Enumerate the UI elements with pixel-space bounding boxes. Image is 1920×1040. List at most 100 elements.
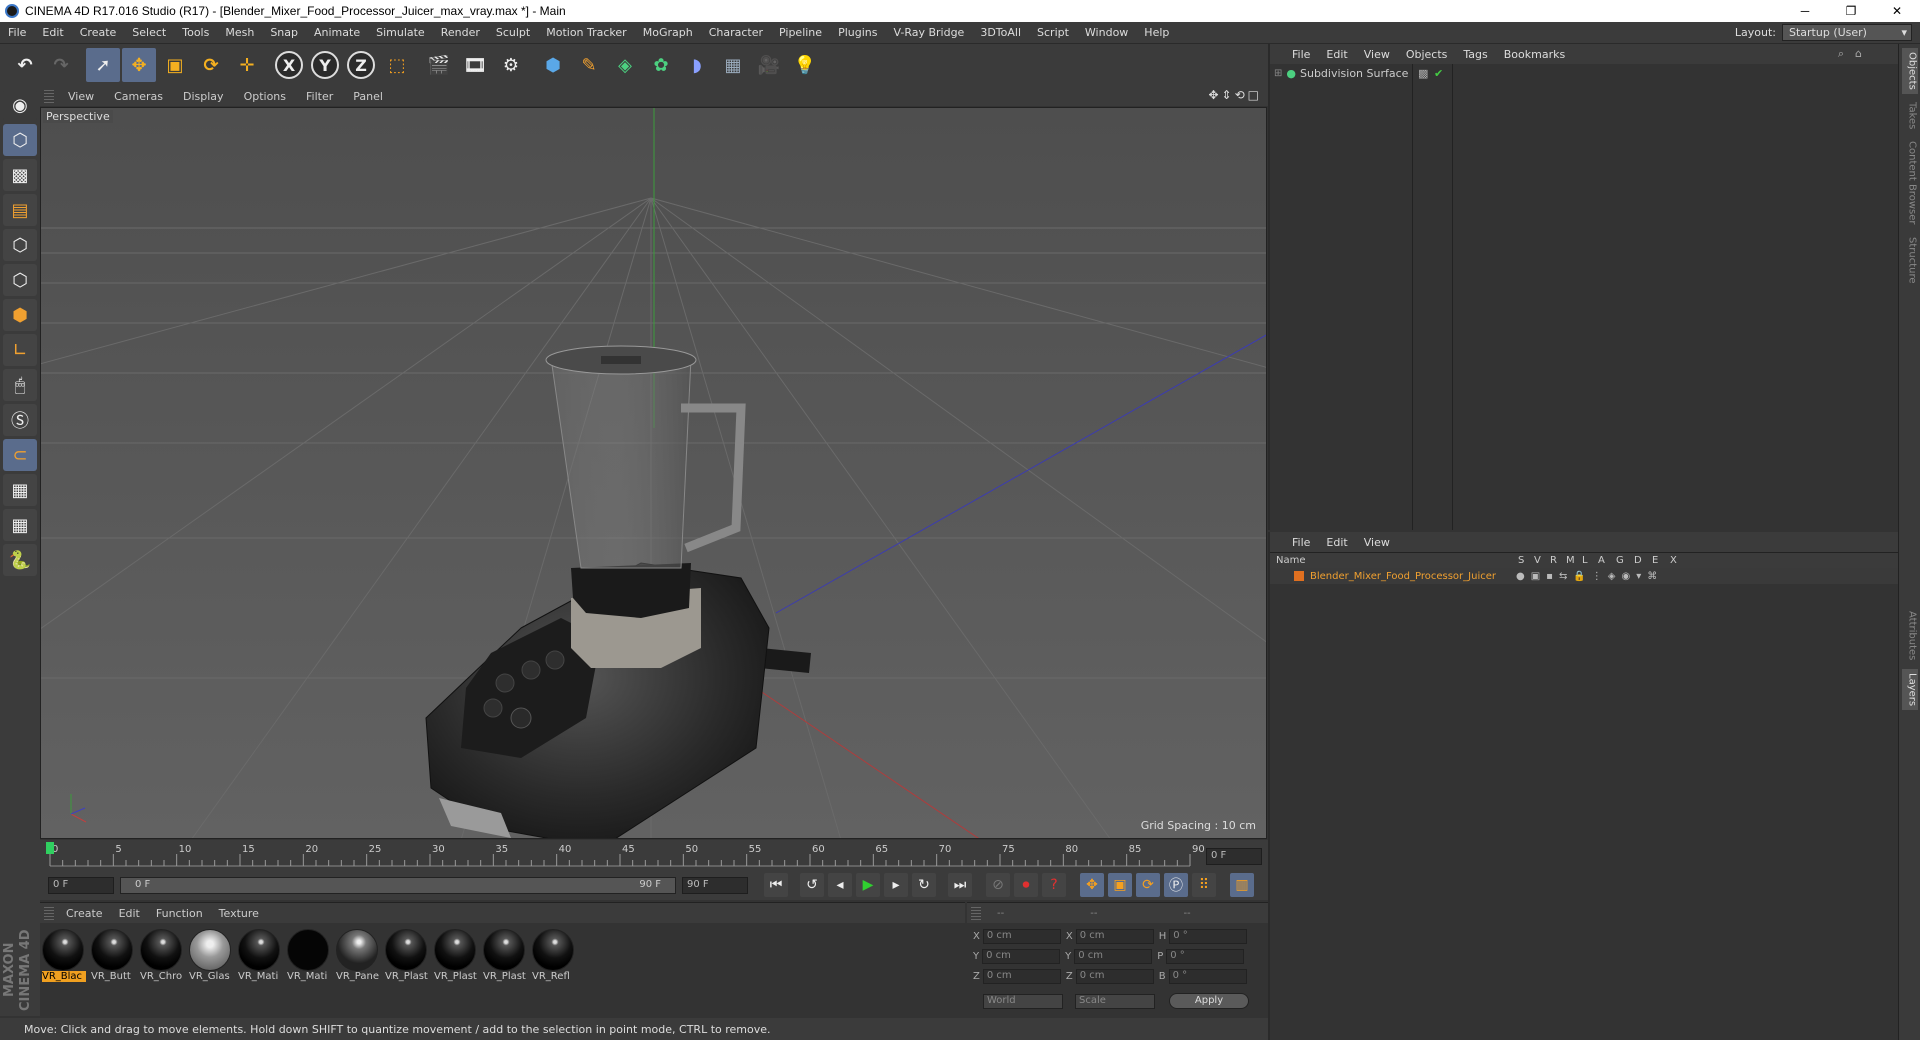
viewport-menu-panel[interactable]: Panel bbox=[343, 90, 393, 103]
tweak-mode-icon[interactable]: 🖱 bbox=[3, 369, 37, 401]
cube-primitive-icon[interactable]: ⬢ bbox=[536, 48, 570, 82]
camera-icon[interactable]: 🎥 bbox=[752, 48, 786, 82]
layers-menu-file[interactable]: File bbox=[1284, 536, 1318, 549]
apply-button[interactable]: Apply bbox=[1169, 993, 1249, 1009]
object-visibility-check[interactable]: ▩ bbox=[1418, 67, 1428, 80]
menu-snap[interactable]: Snap bbox=[262, 26, 306, 39]
menu-file[interactable]: File bbox=[0, 26, 34, 39]
size-x-field[interactable]: 0 cm bbox=[1075, 929, 1154, 944]
search-icon[interactable]: ⌕ bbox=[1838, 47, 1844, 61]
objects-menu-tags[interactable]: Tags bbox=[1455, 48, 1495, 61]
render-settings-icon[interactable]: ⚙ bbox=[494, 48, 528, 82]
viewport-menu-options[interactable]: Options bbox=[234, 90, 296, 103]
render-picture-viewer-icon[interactable]: 🎞 bbox=[458, 48, 492, 82]
planar-workplane-icon[interactable]: ▦ bbox=[3, 509, 37, 541]
menu-sculpt[interactable]: Sculpt bbox=[488, 26, 538, 39]
viewport-menu-filter[interactable]: Filter bbox=[296, 90, 343, 103]
go-to-end-icon[interactable]: ⏭ bbox=[948, 873, 972, 897]
home-icon[interactable]: ⌂ bbox=[1855, 47, 1862, 60]
tab-layers[interactable]: Layers bbox=[1901, 668, 1918, 710]
menu-mograph[interactable]: MoGraph bbox=[635, 26, 701, 39]
material-swatch[interactable]: VR_Glas bbox=[189, 929, 233, 985]
y-axis-lock[interactable]: Y bbox=[308, 48, 342, 82]
next-key-icon[interactable]: ↻ bbox=[912, 873, 936, 897]
key-position-icon[interactable]: ✥ bbox=[1080, 873, 1104, 897]
timeline-end-field[interactable]: 0 F bbox=[1206, 848, 1262, 865]
viewport-menu-view[interactable]: View bbox=[58, 90, 104, 103]
layer-toggle-icons[interactable]: ●▣▪⇆🔒⋮◈◉▾⌘ bbox=[1516, 571, 1663, 582]
scale-tool-icon[interactable]: ▣ bbox=[158, 48, 192, 82]
rot-h-field[interactable]: 0 ° bbox=[1169, 929, 1248, 944]
deformer-icon[interactable]: ◗ bbox=[680, 48, 714, 82]
menu-pipeline[interactable]: Pipeline bbox=[771, 26, 830, 39]
panel-grip[interactable] bbox=[44, 89, 54, 103]
tab-objects[interactable]: Objects bbox=[1901, 48, 1918, 94]
previous-key-icon[interactable]: ↺ bbox=[800, 873, 824, 897]
layers-menu-view[interactable]: View bbox=[1356, 536, 1398, 549]
rot-b-field[interactable]: 0 ° bbox=[1168, 969, 1247, 984]
material-swatch[interactable]: VR_Plast bbox=[483, 929, 527, 985]
material-menu-function[interactable]: Function bbox=[148, 907, 211, 920]
menu-motion-tracker[interactable]: Motion Tracker bbox=[538, 26, 634, 39]
size-z-field[interactable]: 0 cm bbox=[1075, 969, 1154, 984]
objects-menu-edit[interactable]: Edit bbox=[1318, 48, 1355, 61]
viewport-menu-cameras[interactable]: Cameras bbox=[104, 90, 173, 103]
coordinate-system-icon[interactable]: ⬚ bbox=[380, 48, 414, 82]
current-frame-field[interactable]: 0 F bbox=[48, 876, 114, 894]
python-icon[interactable]: 🐍 bbox=[3, 544, 37, 576]
move-tool-icon[interactable]: ✥ bbox=[122, 48, 156, 82]
material-swatch[interactable]: VR_Mati bbox=[238, 929, 282, 985]
material-swatch[interactable]: VR_Pane bbox=[336, 929, 380, 985]
viewport-camera-label[interactable]: Perspective bbox=[43, 110, 113, 123]
pos-y-field[interactable]: 0 cm bbox=[982, 949, 1061, 964]
key-point-level-icon[interactable]: ⠿ bbox=[1192, 873, 1216, 897]
objects-menu-file[interactable]: File bbox=[1284, 48, 1318, 61]
subdivision-surface-icon[interactable]: ◈ bbox=[608, 48, 642, 82]
material-swatch[interactable]: VR_Plast bbox=[434, 929, 478, 985]
keyframe-mode-icon[interactable]: ⊘ bbox=[986, 873, 1010, 897]
axis-mode-icon[interactable]: ∟ bbox=[3, 334, 37, 366]
undo-icon[interactable]: ↶ bbox=[8, 48, 42, 82]
model-mode-icon[interactable]: ⬡ bbox=[3, 124, 37, 156]
light-icon[interactable]: 💡 bbox=[788, 48, 822, 82]
viewport-navigation-icons[interactable]: ✥⇕⟲□ bbox=[1208, 88, 1262, 102]
close-button[interactable]: ✕ bbox=[1874, 0, 1920, 22]
texture-mode-icon[interactable]: ▩ bbox=[3, 159, 37, 191]
material-swatch[interactable]: VR_Blac bbox=[42, 929, 86, 985]
object-enabled-check[interactable]: ✔ bbox=[1434, 67, 1443, 80]
menu-vray-bridge[interactable]: V-Ray Bridge bbox=[885, 26, 972, 39]
snapping-icon[interactable]: Ⓢ bbox=[3, 404, 37, 436]
object-name[interactable]: Subdivision Surface bbox=[1300, 67, 1408, 80]
rot-p-field[interactable]: 0 ° bbox=[1166, 949, 1245, 964]
layer-row[interactable]: Blender_Mixer_Food_Processor_Juicer ●▣▪⇆… bbox=[1270, 568, 1898, 584]
layer-name[interactable]: Blender_Mixer_Food_Processor_Juicer bbox=[1310, 571, 1496, 582]
menu-help[interactable]: Help bbox=[1136, 26, 1177, 39]
redo-icon[interactable]: ↷ bbox=[44, 48, 78, 82]
panel-grip[interactable] bbox=[44, 906, 54, 920]
previous-frame-icon[interactable]: ◂ bbox=[828, 873, 852, 897]
go-to-start-icon[interactable]: ⏮ bbox=[764, 873, 788, 897]
tab-attributes[interactable]: Attributes bbox=[1902, 607, 1918, 664]
record-icon[interactable]: ⏺ bbox=[1014, 873, 1038, 897]
menu-3dtoall[interactable]: 3DToAll bbox=[972, 26, 1029, 39]
z-axis-lock[interactable]: Z bbox=[344, 48, 378, 82]
minimize-button[interactable]: ─ bbox=[1782, 0, 1828, 22]
layout-dropdown[interactable]: Startup (User) bbox=[1782, 24, 1912, 41]
menu-script[interactable]: Script bbox=[1029, 26, 1077, 39]
polygons-mode-icon[interactable]: ⬢ bbox=[3, 299, 37, 331]
coordinate-mode-dropdown[interactable]: Scale bbox=[1075, 993, 1155, 1009]
menu-create[interactable]: Create bbox=[72, 26, 125, 39]
frame-range-slider[interactable]: 0 F 90 F bbox=[120, 876, 676, 894]
menu-animate[interactable]: Animate bbox=[306, 26, 368, 39]
objects-menu-objects[interactable]: Objects bbox=[1398, 48, 1456, 61]
material-swatch[interactable]: VR_Refl bbox=[532, 929, 576, 985]
tab-structure[interactable]: Structure bbox=[1902, 233, 1918, 288]
coordinate-space-dropdown[interactable]: World bbox=[983, 993, 1063, 1009]
make-editable-icon[interactable]: ◉ bbox=[3, 89, 37, 121]
x-axis-lock[interactable]: X bbox=[272, 48, 306, 82]
key-rotation-icon[interactable]: ⟳ bbox=[1136, 873, 1160, 897]
perspective-viewport[interactable]: Perspective Grid Spacing : 10 cm bbox=[40, 107, 1267, 839]
lock-workplane-icon[interactable]: ▦ bbox=[3, 474, 37, 506]
objects-menu-view[interactable]: View bbox=[1356, 48, 1398, 61]
render-view-icon[interactable]: 🎬 bbox=[422, 48, 456, 82]
